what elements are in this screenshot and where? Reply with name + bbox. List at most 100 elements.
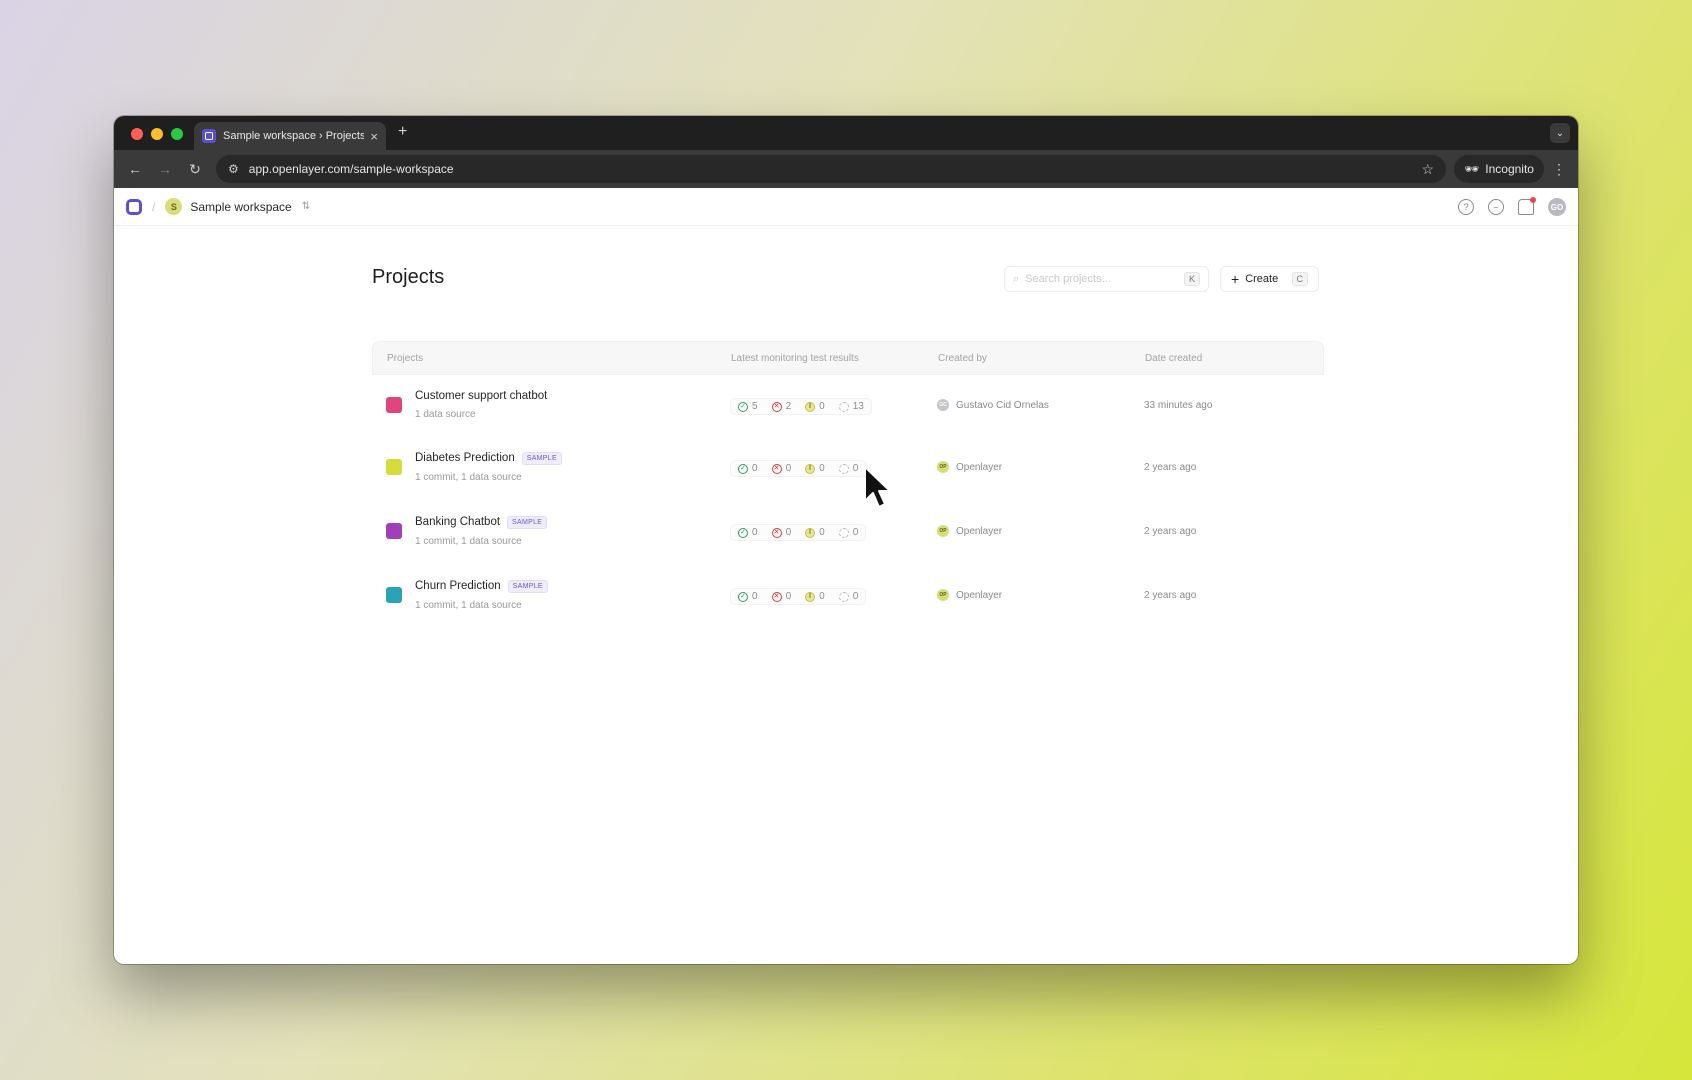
reload-icon[interactable]: ↻ <box>180 161 210 178</box>
pause-circle-icon: ‖ <box>805 463 816 474</box>
creator-avatar: GC <box>937 399 949 411</box>
passing-count: 5 <box>752 401 758 412</box>
site-settings-icon[interactable]: ⚙ <box>228 162 239 176</box>
project-subtitle: 1 commit, 1 data source <box>415 535 522 547</box>
create-label: Create <box>1245 273 1279 285</box>
created-by-cell: OP Openlayer <box>937 525 1144 537</box>
monitoring-results[interactable]: ✓ 5 ✕ 2 ‖ 0 13 <box>730 398 872 415</box>
help-icon[interactable]: ? <box>1458 199 1474 215</box>
search-input[interactable] <box>1025 273 1184 285</box>
date-created: 2 years ago <box>1144 525 1197 537</box>
maximize-window-button[interactable] <box>171 128 183 140</box>
workspace-avatar: S <box>165 198 183 215</box>
notification-dot <box>1530 197 1536 203</box>
address-bar[interactable]: ⚙ app.openlayer.com/sample-workspace ☆ <box>216 155 1446 183</box>
project-subtitle: 1 commit, 1 data source <box>415 471 522 483</box>
browser-menu-icon[interactable]: ⋮ <box>1552 161 1566 178</box>
chat-icon[interactable]: ⌣ <box>1488 199 1504 215</box>
browser-tab-active[interactable]: Sample workspace › Projects × <box>194 122 386 150</box>
incognito-indicator[interactable]: 🕶 Incognito <box>1454 155 1544 183</box>
project-cell[interactable]: Diabetes Prediction SAMPLE 1 commit, 1 d… <box>372 451 730 483</box>
openlayer-logo-icon[interactable] <box>126 198 142 215</box>
project-name-line: Diabetes Prediction SAMPLE <box>415 451 562 465</box>
column-header-projects: Projects <box>387 352 424 364</box>
sample-badge: SAMPLE <box>507 579 548 593</box>
date-created: 2 years ago <box>1144 589 1197 601</box>
plus-icon: + <box>1231 271 1240 287</box>
table-row[interactable]: Diabetes Prediction SAMPLE 1 commit, 1 d… <box>372 435 1324 499</box>
column-header-date-created: Date created <box>1145 352 1203 364</box>
project-subtitle: 1 commit, 1 data source <box>415 599 522 611</box>
passing-count: 0 <box>752 527 758 538</box>
warning-tests: ‖ 0 <box>798 591 832 602</box>
workspace-switcher-icon[interactable]: ⇅ <box>302 201 310 212</box>
project-name[interactable]: Banking Chatbot <box>415 516 500 528</box>
table-row[interactable]: Churn Prediction SAMPLE 1 commit, 1 data… <box>372 563 1324 627</box>
project-icon <box>386 397 402 413</box>
openlayer-favicon-icon <box>202 129 216 143</box>
create-shortcut-key: C <box>1291 272 1308 286</box>
creator-name: Gustavo Cid Ornelas <box>956 399 1049 411</box>
skipped-count: 0 <box>852 527 859 538</box>
browser-window: Sample workspace › Projects × + ⌄ ← → ↻ … <box>114 116 1578 964</box>
column-header-monitoring: Latest monitoring test results <box>731 352 859 364</box>
check-circle-icon: ✓ <box>738 527 748 538</box>
create-button[interactable]: + Create C <box>1220 266 1319 292</box>
address-url[interactable]: app.openlayer.com/sample-workspace <box>249 162 1422 176</box>
table-row[interactable]: Customer support chatbot 1 data source ✓… <box>372 375 1324 435</box>
search-shortcut-key: K <box>1183 272 1200 286</box>
project-name[interactable]: Churn Prediction <box>415 580 501 592</box>
date-created: 2 years ago <box>1144 461 1197 473</box>
dashed-circle-icon <box>838 591 849 602</box>
monitoring-results[interactable]: ✓ 0 ✕ 0 ‖ 0 0 <box>730 588 867 605</box>
skipped-tests: 0 <box>832 527 866 538</box>
sample-badge: SAMPLE <box>507 515 548 529</box>
check-circle-icon: ✓ <box>738 591 748 602</box>
table-header: Projects Latest monitoring test results … <box>372 341 1324 375</box>
failing-tests: ✕ 0 <box>765 463 799 474</box>
new-tab-button[interactable]: + <box>398 123 407 141</box>
dashed-circle-icon <box>838 401 849 412</box>
warning-count: 0 <box>819 591 825 602</box>
skipped-tests: 13 <box>832 401 871 412</box>
project-icon <box>386 587 402 603</box>
minimize-window-button[interactable] <box>151 128 163 140</box>
forward-arrow-icon[interactable]: → <box>150 161 180 177</box>
projects-table: Projects Latest monitoring test results … <box>372 341 1324 627</box>
close-tab-icon[interactable]: × <box>370 129 378 144</box>
project-name-line: Customer support chatbot <box>415 390 547 402</box>
project-cell[interactable]: Customer support chatbot 1 data source <box>372 390 730 420</box>
project-cell[interactable]: Banking Chatbot SAMPLE 1 commit, 1 data … <box>372 515 730 547</box>
table-row[interactable]: Banking Chatbot SAMPLE 1 commit, 1 data … <box>372 499 1324 563</box>
mouse-cursor-icon <box>864 466 891 508</box>
project-name[interactable]: Diabetes Prediction <box>415 452 515 464</box>
passing-tests: ✓ 5 <box>731 401 765 412</box>
created-by-cell: OP Openlayer <box>937 461 1144 473</box>
warning-tests: ‖ 0 <box>798 401 832 412</box>
close-window-button[interactable] <box>131 128 143 140</box>
dashed-circle-icon <box>838 463 849 474</box>
page-title: Projects <box>372 266 445 288</box>
failing-tests: ✕ 0 <box>765 527 799 538</box>
skipped-count: 0 <box>852 591 859 602</box>
tab-search-chevron-icon[interactable]: ⌄ <box>1550 123 1570 143</box>
table-body: Customer support chatbot 1 data source ✓… <box>372 375 1324 627</box>
app-header: / S Sample workspace ⇅ ? ⌣ GO <box>114 188 1578 226</box>
project-cell[interactable]: Churn Prediction SAMPLE 1 commit, 1 data… <box>372 579 730 611</box>
monitoring-results[interactable]: ✓ 0 ✕ 0 ‖ 0 0 <box>730 460 867 477</box>
search-projects[interactable]: ⌕ K <box>1004 266 1209 292</box>
workspace-name[interactable]: Sample workspace <box>190 200 291 214</box>
project-info: Churn Prediction SAMPLE 1 commit, 1 data… <box>415 579 548 611</box>
created-by-cell: OP Openlayer <box>937 589 1144 601</box>
monitoring-results-cell: ✓ 0 ✕ 0 ‖ 0 0 <box>730 521 937 541</box>
search-icon: ⌕ <box>1013 272 1020 285</box>
date-created: 33 minutes ago <box>1144 399 1213 411</box>
notifications-bell-icon[interactable] <box>1518 197 1536 215</box>
bookmark-star-icon[interactable]: ☆ <box>1421 161 1434 178</box>
back-arrow-icon[interactable]: ← <box>120 161 150 177</box>
user-avatar[interactable]: GO <box>1548 198 1566 216</box>
project-name[interactable]: Customer support chatbot <box>415 390 547 402</box>
monitoring-results[interactable]: ✓ 0 ✕ 0 ‖ 0 0 <box>730 524 867 541</box>
monitoring-results-cell: ✓ 5 ✕ 2 ‖ 0 13 <box>730 395 937 415</box>
creator-name: Openlayer <box>956 589 1003 601</box>
